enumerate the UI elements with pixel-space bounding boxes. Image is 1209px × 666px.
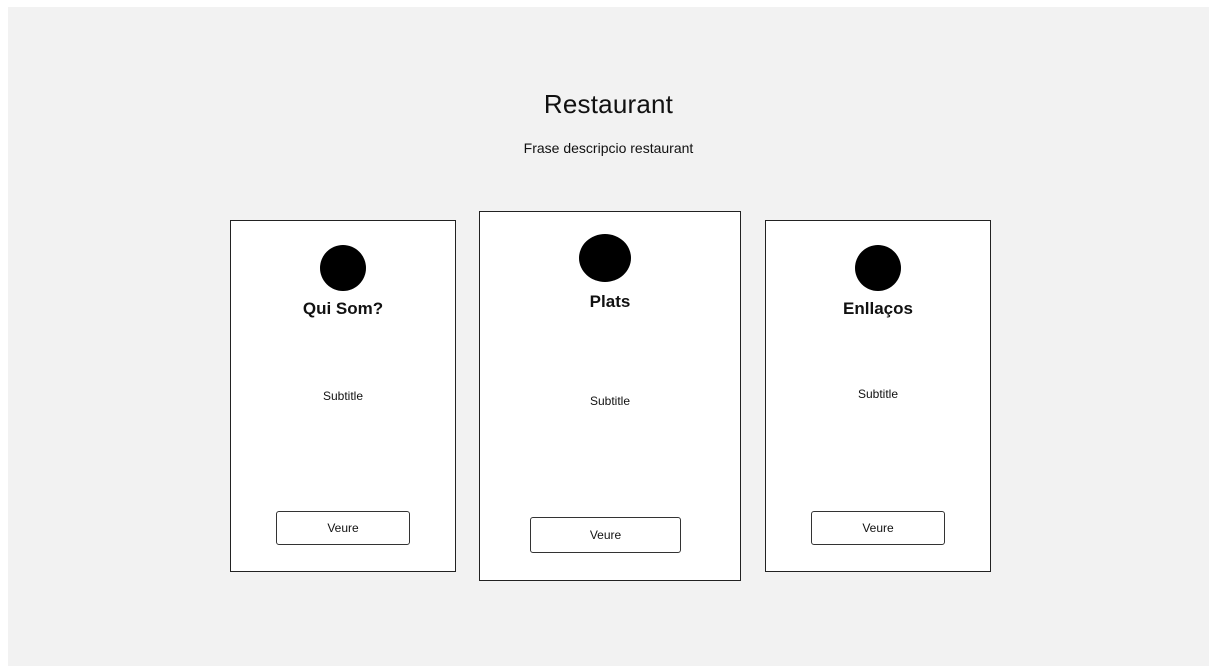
circle-icon (855, 245, 901, 291)
veure-button[interactable]: Veure (811, 511, 945, 545)
card-title: Qui Som? (302, 299, 384, 318)
card-subtitle: Subtitle (589, 394, 631, 408)
card-title: Plats (589, 292, 631, 311)
page-title: Restaurant (543, 89, 674, 119)
circle-icon (579, 234, 631, 282)
card-subtitle: Subtitle (322, 389, 364, 403)
card-subtitle: Subtitle (857, 387, 899, 401)
circle-icon (320, 245, 366, 291)
card-enllacos: Enllaços Subtitle Veure (765, 220, 991, 572)
page-subtitle: Frase descripcio restaurant (523, 140, 694, 156)
card-qui-som: Qui Som? Subtitle Veure (230, 220, 456, 572)
veure-button[interactable]: Veure (276, 511, 410, 545)
page-canvas: Restaurant Frase descripcio restaurant Q… (8, 7, 1209, 666)
card-title: Enllaços (843, 299, 913, 318)
veure-button[interactable]: Veure (530, 517, 681, 553)
card-plats: Plats Subtitle Veure (479, 211, 741, 581)
